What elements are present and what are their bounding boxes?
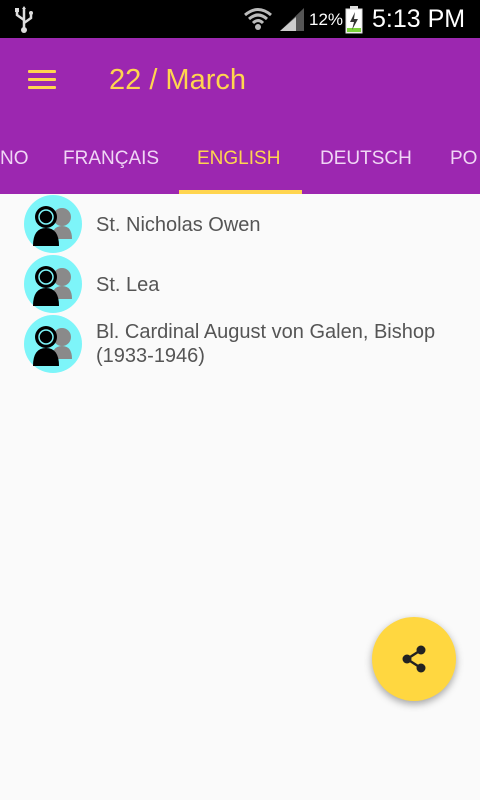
saint-avatar-icon xyxy=(24,195,82,253)
usb-icon xyxy=(12,6,36,39)
menu-icon xyxy=(28,70,56,73)
saint-name: Bl. Cardinal August von Galen, Bishop (1… xyxy=(96,321,436,367)
battery-charging-icon xyxy=(345,6,363,39)
battery-percent: 12% xyxy=(309,10,344,29)
tab-po[interactable]: PO xyxy=(450,134,477,194)
app-bar: 22 / March NO FRANÇAIS ENGLISH DEUTSCH P… xyxy=(0,38,480,194)
language-tabs: NO FRANÇAIS ENGLISH DEUTSCH PO xyxy=(0,134,480,194)
list-item[interactable]: St. Lea xyxy=(0,254,480,314)
list-item[interactable]: St. Nicholas Owen xyxy=(0,194,480,254)
saint-name: St. Nicholas Owen xyxy=(96,214,261,236)
saint-avatar-icon xyxy=(24,255,82,313)
saint-name: St. Lea xyxy=(96,274,160,296)
status-clock: 5:13 PM xyxy=(372,5,466,33)
tab-francais[interactable]: FRANÇAIS xyxy=(63,134,159,194)
signal-icon xyxy=(278,7,306,37)
list-item[interactable]: Bl. Cardinal August von Galen, Bishop (1… xyxy=(0,314,480,374)
wifi-icon xyxy=(243,6,273,37)
share-button[interactable] xyxy=(372,617,456,701)
share-icon xyxy=(402,645,426,673)
tab-no[interactable]: NO xyxy=(0,134,29,194)
status-bar: 12% 5:13 PM xyxy=(0,0,480,38)
page-title: 22 / March xyxy=(109,64,246,96)
menu-button[interactable] xyxy=(22,62,62,98)
tab-deutsch[interactable]: DEUTSCH xyxy=(320,134,412,194)
tab-english[interactable]: ENGLISH xyxy=(197,134,280,194)
saint-avatar-icon xyxy=(24,315,82,373)
